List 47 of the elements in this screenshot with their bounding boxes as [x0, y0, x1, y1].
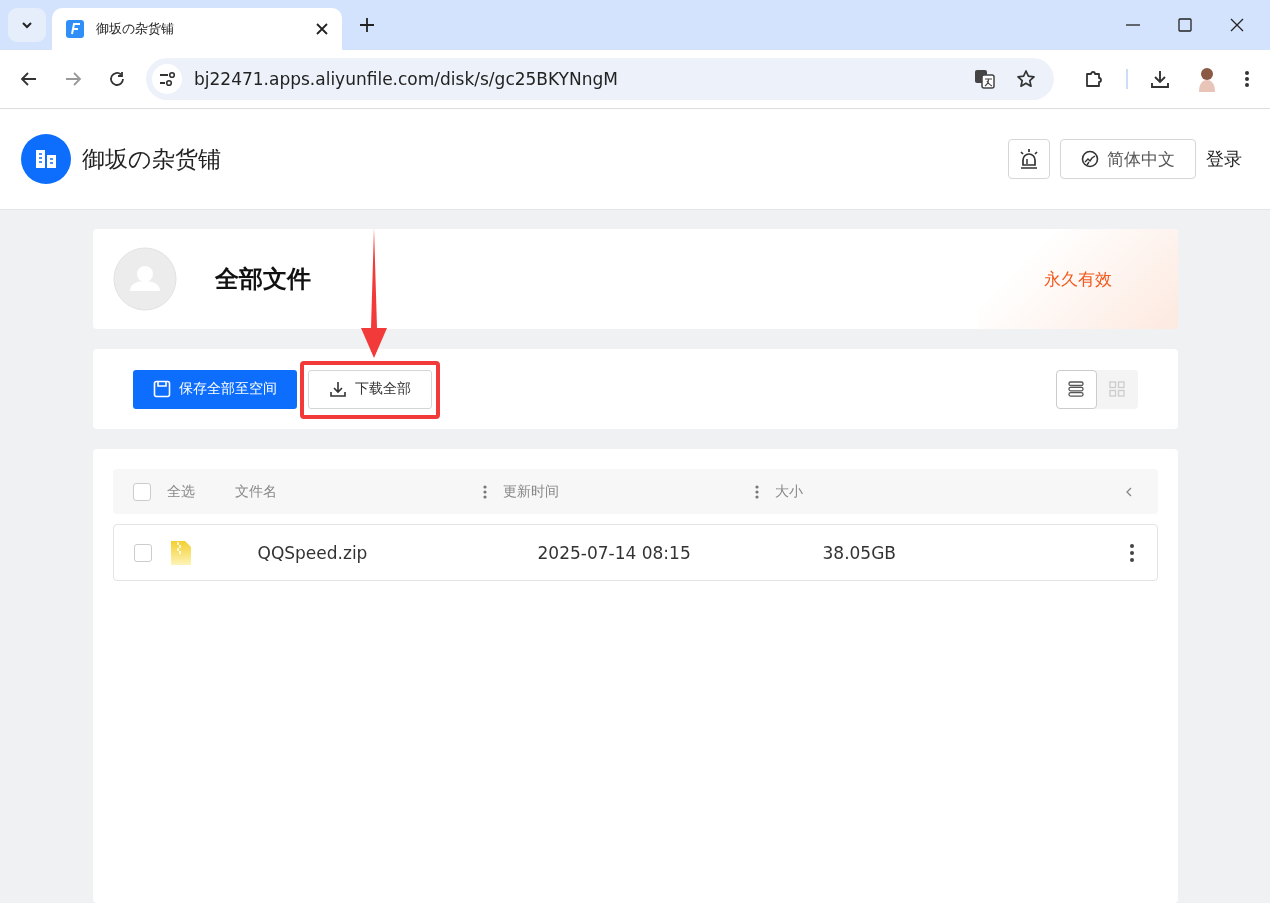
reload-icon[interactable] — [108, 70, 126, 88]
download-icon[interactable] — [1150, 69, 1170, 89]
file-row[interactable]: QQSpeed.zip 2025-07-14 08:15 38.05GB — [112, 524, 1158, 581]
address-bar[interactable]: bj22471.apps.aliyunfile.com/disk/s/gc25BKYNngM — [146, 58, 1054, 100]
validity-text: 永久有效 — [1043, 267, 1112, 291]
list-view-button[interactable] — [1055, 369, 1097, 409]
back-arrow-icon[interactable] — [20, 70, 38, 88]
forward-arrow-icon[interactable] — [64, 70, 82, 88]
column-header[interactable]: 更新时间 — [502, 482, 559, 501]
maximize-icon[interactable] — [1178, 18, 1192, 32]
download-all-button[interactable]: 下载全部 — [307, 369, 432, 409]
column-resize-handle[interactable] — [754, 483, 759, 500]
column-resize-handle[interactable] — [482, 483, 487, 500]
url-text: bj22471.apps.aliyunfile.com/disk/s/gc25BKYNngM — [194, 69, 618, 89]
table-cell: 38.05GB — [822, 542, 896, 563]
file-name[interactable]: QQSpeed.zip — [257, 542, 538, 563]
browser-tab[interactable]: 御坂の杂货铺 — [52, 8, 342, 50]
site-logo-icon — [21, 134, 71, 184]
login-link[interactable]: 登录 — [1206, 147, 1242, 171]
profile-avatar-icon[interactable] — [1196, 66, 1218, 92]
tab-title: 御坂の杂货铺 — [96, 20, 175, 38]
menu-icon[interactable] — [1244, 70, 1250, 88]
star-icon[interactable] — [1016, 69, 1036, 89]
puzzle-piece-icon[interactable] — [1084, 69, 1104, 89]
share-title: 全部文件 — [214, 264, 311, 295]
site-favicon-icon — [66, 20, 84, 38]
list-icon — [1067, 380, 1085, 398]
more-options-icon[interactable] — [1128, 542, 1135, 563]
close-icon[interactable] — [316, 23, 328, 35]
translate-icon[interactable] — [974, 68, 996, 90]
new-tab-icon[interactable] — [360, 18, 374, 32]
select-all-label: 全选 — [166, 482, 196, 501]
select-all-checkbox[interactable] — [132, 482, 151, 501]
avatar-placeholder-icon — [112, 247, 177, 311]
language-button[interactable]: 简体中文 — [1060, 139, 1196, 179]
grid-icon — [1108, 380, 1126, 398]
download-icon — [328, 380, 347, 398]
siren-icon — [1018, 148, 1040, 170]
site-name: 御坂の杂货铺 — [82, 144, 221, 174]
table-cell-text: 2025-07-14 08:15 — [537, 542, 692, 563]
site-settings-icon[interactable] — [152, 64, 182, 94]
zip-file-icon — [169, 539, 192, 566]
close-icon[interactable] — [1230, 18, 1244, 32]
save-all-button[interactable]: 保存全部至空间 — [132, 369, 297, 409]
row-checkbox[interactable] — [133, 543, 152, 562]
globe-icon — [1081, 150, 1099, 168]
alert-button[interactable] — [1008, 139, 1050, 179]
